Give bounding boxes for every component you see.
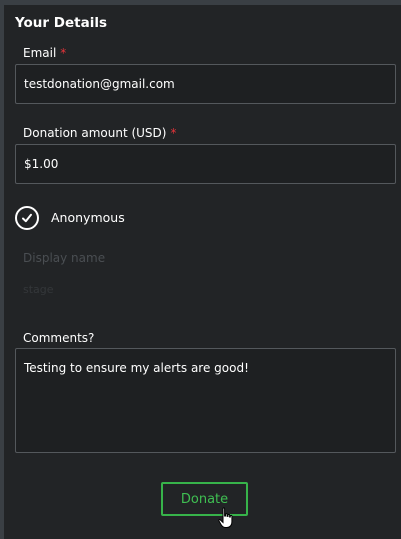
donation-amount-field[interactable]: $1.00 (15, 144, 396, 184)
amount-value: $1.00 (24, 157, 59, 171)
email-label-text: Email (23, 46, 57, 60)
display-name-input: stage (23, 283, 54, 296)
comments-label: Comments? (23, 331, 95, 345)
email-field[interactable]: testdonation@gmail.com (15, 64, 396, 104)
email-label: Email * (23, 46, 66, 60)
email-value: testdonation@gmail.com (24, 77, 175, 91)
comments-value: Testing to ensure my alerts are good! (24, 361, 249, 375)
display-name-label: Display name (23, 251, 106, 265)
section-title: Your Details (15, 15, 107, 31)
required-mark: * (170, 126, 177, 140)
anonymous-label: Anonymous (51, 210, 125, 225)
required-mark: * (60, 46, 67, 60)
amount-label-text: Donation amount (USD) (23, 126, 167, 140)
hand-pointer-icon (218, 507, 233, 528)
comments-textarea[interactable]: Testing to ensure my alerts are good! (15, 348, 396, 453)
amount-label: Donation amount (USD) * (23, 126, 176, 140)
check-icon (22, 213, 32, 223)
donate-button[interactable]: Donate (161, 482, 248, 516)
anonymous-checkbox[interactable] (15, 206, 39, 230)
donation-form-panel: Your Details Email * testdonation@gmail.c… (4, 5, 401, 539)
